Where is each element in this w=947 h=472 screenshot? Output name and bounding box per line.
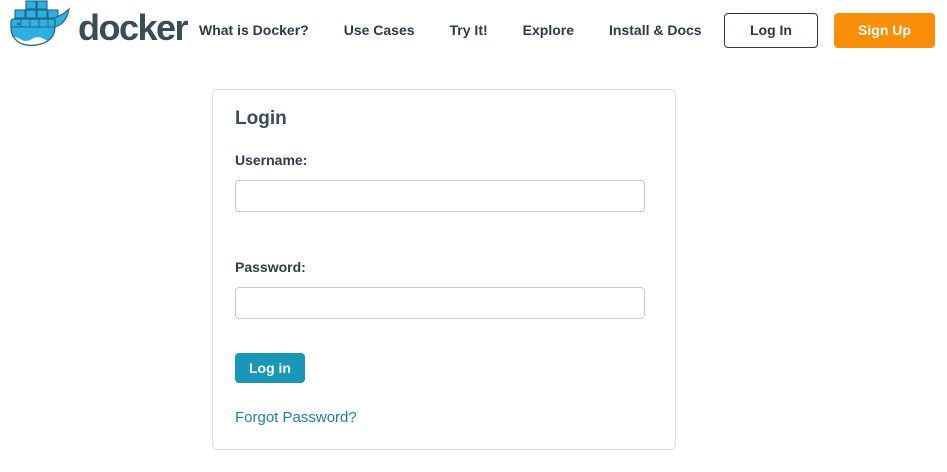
docker-logo[interactable]: docker bbox=[8, 0, 168, 61]
nav-item-explore[interactable]: Explore bbox=[523, 22, 574, 38]
nav-actions: Log In Sign Up bbox=[724, 13, 935, 48]
password-label: Password: bbox=[235, 259, 653, 275]
login-title: Login bbox=[235, 109, 653, 128]
nav-login-button[interactable]: Log In bbox=[724, 13, 818, 48]
login-card: Login Username: Password: Log in Forgot … bbox=[212, 89, 676, 450]
nav-item-install-docs[interactable]: Install & Docs bbox=[609, 22, 702, 38]
nav-signup-button[interactable]: Sign Up bbox=[834, 13, 935, 48]
top-navbar: docker What is Docker? Use Cases Try It!… bbox=[0, 0, 947, 60]
nav-item-what-is-docker[interactable]: What is Docker? bbox=[199, 22, 309, 38]
docker-wordmark: docker bbox=[78, 10, 187, 46]
docker-whale-icon bbox=[8, 0, 74, 61]
nav-item-try-it[interactable]: Try It! bbox=[450, 22, 488, 38]
login-submit-button[interactable]: Log in bbox=[235, 353, 305, 383]
password-input[interactable] bbox=[235, 287, 645, 319]
username-label: Username: bbox=[235, 152, 653, 168]
nav-item-use-cases[interactable]: Use Cases bbox=[344, 22, 415, 38]
main-nav: What is Docker? Use Cases Try It! Explor… bbox=[199, 22, 702, 38]
forgot-password-link[interactable]: Forgot Password? bbox=[235, 409, 357, 426]
username-input[interactable] bbox=[235, 180, 645, 212]
